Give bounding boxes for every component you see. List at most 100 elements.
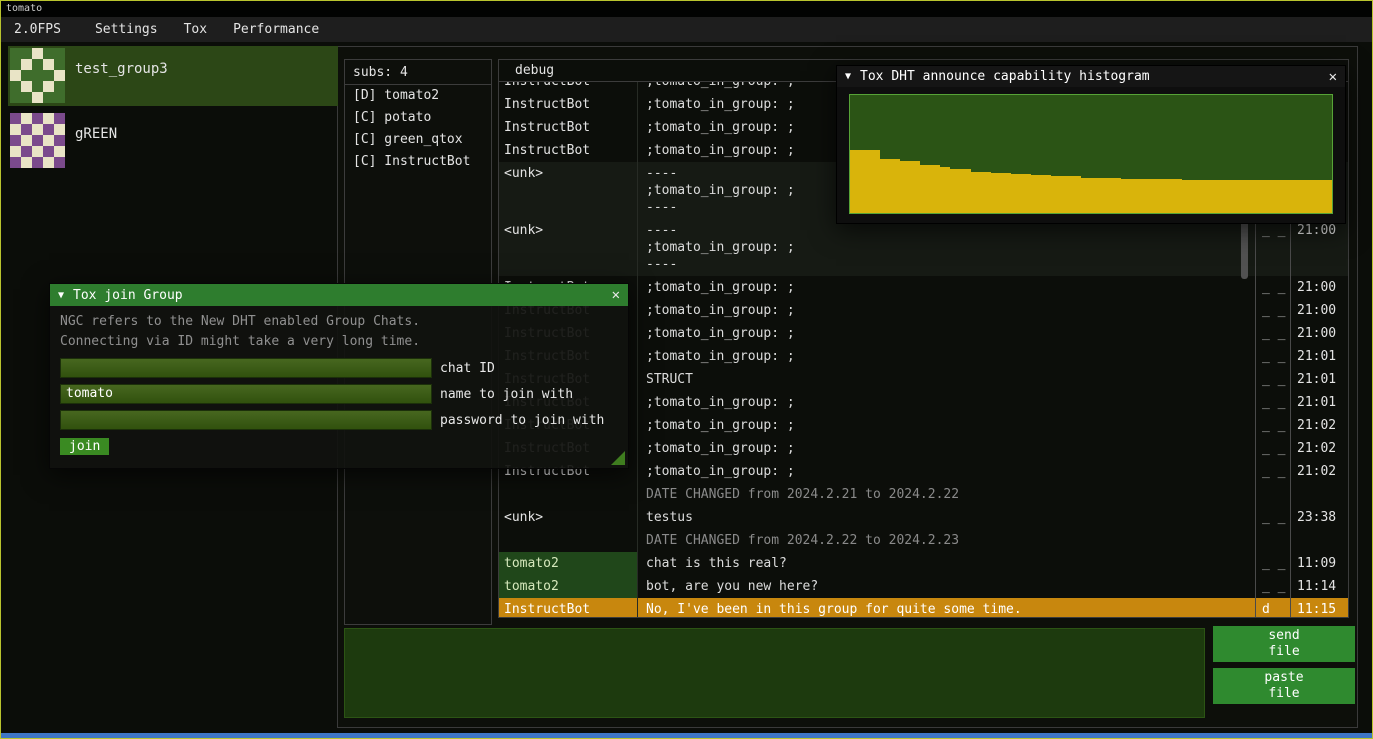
message-text: ;tomato_in_group: ; [637,345,1255,368]
message-text: No, I've been in this group for quite so… [637,598,1255,617]
window-titlebar[interactable]: tomato [1,1,1372,17]
message-text: DATE CHANGED from 2024.2.22 to 2024.2.23 [637,529,1255,552]
histogram-bar [1302,180,1312,213]
join-description-line2: Connecting via ID might take a very long… [60,332,618,352]
menu-item-tox[interactable]: Tox [171,17,220,42]
date-separator-row[interactable]: DATE CHANGED from 2024.2.22 to 2024.2.23 [499,529,1348,552]
message-text: ;tomato_in_group: ; [637,391,1255,414]
histogram-bar [1031,175,1041,213]
sender-name: tomato2 [499,552,637,575]
histogram-bar [1252,180,1262,213]
sender-name [499,483,637,506]
message-time: 21:00 [1290,299,1348,322]
menu-item-settings[interactable]: Settings [82,17,171,42]
message-time [1290,529,1348,552]
message-flags: _ _ [1255,322,1290,345]
date-separator-row[interactable]: DATE CHANGED from 2024.2.21 to 2024.2.22 [499,483,1348,506]
message-flags: _ _ [1255,575,1290,598]
histogram-bar [890,159,900,213]
message-time: 21:01 [1290,345,1348,368]
message-flags: _ _ [1255,506,1290,529]
message-flags: d [1255,598,1290,617]
subs-count-header: subs: 4 [345,60,491,85]
collapse-icon[interactable]: ▼ [58,290,64,301]
message-time [1290,483,1348,506]
message-text: ;tomato_in_group: ; [637,299,1255,322]
histogram-bar [1121,179,1131,213]
close-icon[interactable]: ✕ [1329,69,1337,85]
member-item[interactable]: [C] potato [345,107,491,129]
histogram-bar [1101,178,1111,213]
join-fields: chat IDtomatoname to join withpassword t… [60,358,618,430]
chat-row[interactable]: tomato2chat is this real?_ _11:09 [499,552,1348,575]
histogram-bar [971,172,981,213]
sender-name: <unk> [499,219,637,276]
tab-debug[interactable]: debug [499,60,564,81]
group-item-test_group3[interactable]: test_group3 [8,46,338,106]
menu-item-2-0fps[interactable]: 2.0FPS [1,17,74,42]
message-flags [1255,483,1290,506]
histogram-bar [1151,179,1161,213]
histogram-bar [1021,174,1031,213]
histogram-bar [1192,180,1202,213]
chat-row[interactable]: <unk>----;tomato_in_group: ;----_ _21:00 [499,219,1348,276]
histogram-bar [1212,180,1222,213]
histogram-bar [940,167,950,213]
close-icon[interactable]: ✕ [612,287,620,303]
histogram-bar [910,161,920,213]
histogram-bar [1322,180,1332,213]
chat-row[interactable]: tomato2bot, are you new here?_ _11:14 [499,575,1348,598]
histogram-bar [1061,176,1071,213]
password-field[interactable] [60,410,432,430]
message-text: ;tomato_in_group: ; [637,414,1255,437]
message-flags: _ _ [1255,219,1290,276]
histogram-bar [1091,178,1101,213]
join-button[interactable]: join [60,438,109,455]
message-text: ;tomato_in_group: ; [637,276,1255,299]
histogram-bar [1111,178,1121,213]
collapse-icon[interactable]: ▼ [845,71,851,82]
member-item[interactable]: [C] green_qtox [345,129,491,151]
message-text: chat is this real? [637,552,1255,575]
dht-histogram-window: ▼ Tox DHT announce capability histogram … [836,65,1346,224]
histogram-bar [1272,180,1282,213]
message-flags: _ _ [1255,368,1290,391]
message-time: 11:09 [1290,552,1348,575]
histogram-bar [1292,180,1302,213]
histogram-bar [1232,180,1242,213]
chat-id-field[interactable] [60,358,432,378]
message-input[interactable] [344,628,1205,718]
message-time: 21:00 [1290,276,1348,299]
message-text: ;tomato_in_group: ; [637,460,1255,483]
member-item[interactable]: [C] InstructBot [345,151,491,173]
histogram-bar [1051,176,1061,213]
message-flags: _ _ [1255,391,1290,414]
message-flags: _ _ [1255,345,1290,368]
message-time: 21:02 [1290,460,1348,483]
group-item-gREEN[interactable]: gREEN [8,111,338,171]
sender-name: InstructBot [499,82,637,93]
sender-name: <unk> [499,506,637,529]
chat-row[interactable]: <unk>testus_ _23:38 [499,506,1348,529]
name-field[interactable]: tomato [60,384,432,404]
message-time: 21:01 [1290,391,1348,414]
join-window-titlebar[interactable]: ▼ Tox join Group ✕ [50,284,628,306]
sender-name: InstructBot [499,93,637,116]
resize-handle-icon[interactable] [611,451,625,465]
paste-file-button[interactable]: paste file [1213,668,1355,704]
menu-item-performance[interactable]: Performance [220,17,332,42]
histogram-bar [1222,180,1232,213]
message-flags: _ _ [1255,276,1290,299]
histogram-bar [930,165,940,213]
member-item[interactable]: [D] tomato2 [345,85,491,107]
sender-name [499,529,637,552]
message-time: 21:00 [1290,322,1348,345]
message-flags [1255,529,1290,552]
histogram-bar [991,173,1001,213]
sender-name: InstructBot [499,116,637,139]
message-time: 21:02 [1290,414,1348,437]
histogram-window-titlebar[interactable]: ▼ Tox DHT announce capability histogram … [837,66,1345,87]
histogram-bar [1312,180,1322,213]
send-file-button[interactable]: send file [1213,626,1355,662]
chat-row[interactable]: InstructBotNo, I've been in this group f… [499,598,1348,617]
